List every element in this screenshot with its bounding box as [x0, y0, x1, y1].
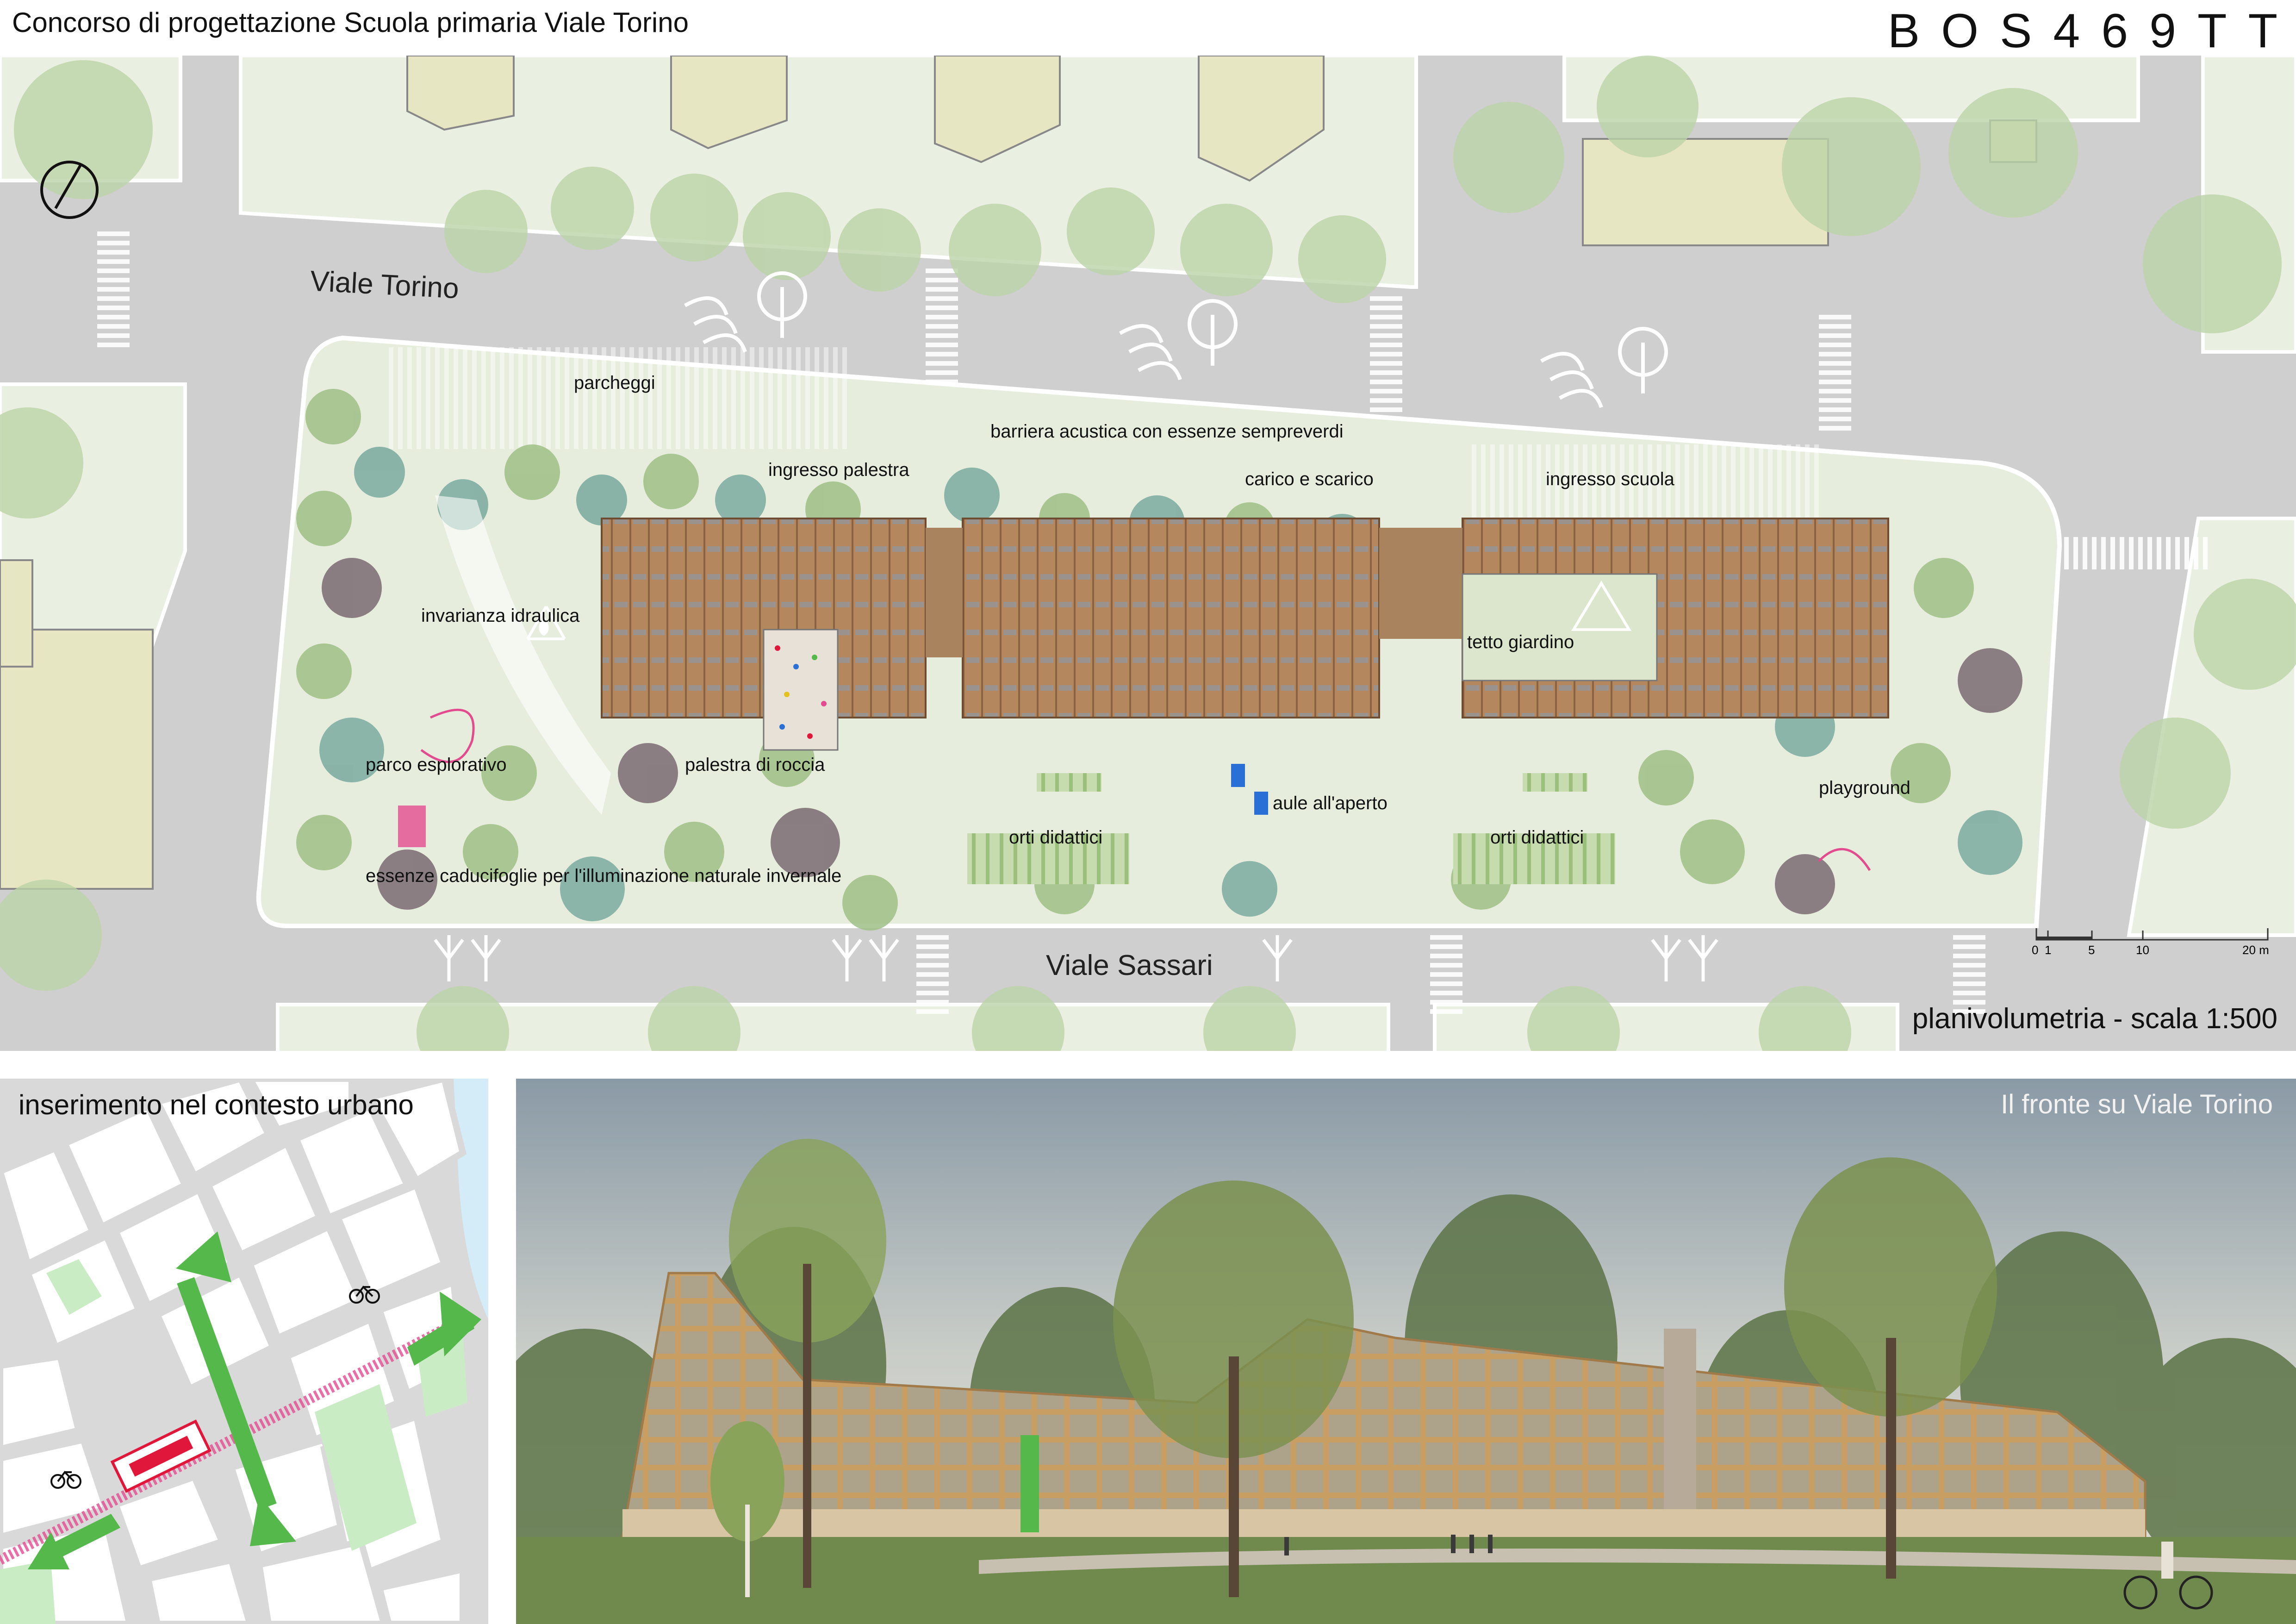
crosswalk	[1370, 296, 1402, 417]
label-barriera: barriera acustica con essenze sempreverd…	[990, 421, 1344, 442]
climbing-wall	[763, 629, 839, 751]
scale-tick: 10	[2136, 943, 2149, 957]
label-parcheggi: parcheggi	[574, 373, 655, 393]
code-char: 9	[2149, 4, 2176, 58]
competition-code: B O S 4 6 9 T T	[1888, 4, 2277, 59]
code-char: B	[1887, 4, 1920, 58]
label-orti-2: orti didattici	[1490, 827, 1584, 848]
house-roof	[0, 629, 154, 890]
code-char: S	[2000, 4, 2032, 58]
scale-bar-drawing	[2035, 928, 2269, 941]
parking-area	[389, 347, 852, 449]
context-title: inserimento nel contesto urbano	[19, 1089, 414, 1120]
scale-tick: 5	[2088, 943, 2095, 957]
label-orti-1: orti didattici	[1009, 827, 1103, 848]
scale-tick: 1	[2045, 943, 2052, 957]
crosswalk	[926, 264, 958, 384]
scale-tick: 20 m	[2242, 943, 2269, 957]
chimney	[1664, 1329, 1696, 1509]
code-char: O	[1941, 4, 1979, 58]
label-essenze: essenze caducifoglie per l'illuminazione…	[366, 866, 842, 886]
orto	[1037, 773, 1101, 792]
render-title: Il fronte su Viale Torino	[2001, 1089, 2273, 1119]
label-palestra-roccia: palestra di roccia	[685, 755, 825, 775]
play-structure	[398, 806, 426, 847]
scale-bar: 0 1 5 10 20 m	[2032, 914, 2272, 970]
label-carico: carico e scarico	[1245, 469, 1374, 489]
site-plan-drawing	[0, 56, 2296, 1051]
crosswalk	[1819, 315, 1851, 431]
code-char: T	[2248, 4, 2277, 58]
building-base	[622, 1509, 2145, 1539]
label-tetto: tetto giardino	[1467, 632, 1574, 652]
facade-render-drawing	[516, 1079, 2296, 1624]
context-map-drawing	[0, 1079, 488, 1624]
scale-title: planivolumetria - scala 1:500	[1912, 1003, 2277, 1035]
label-ingresso-palestra: ingresso palestra	[768, 460, 909, 480]
context-map: inserimento nel contesto urbano	[0, 1079, 488, 1624]
label-ingresso-scuola: ingresso scuola	[1546, 469, 1674, 489]
facade-render: Il fronte su Viale Torino	[516, 1079, 2296, 1624]
street-label-bottom: Viale Sassari	[1046, 949, 1213, 981]
label-playground: playground	[1819, 778, 1910, 798]
green-panel	[1020, 1435, 1039, 1532]
label-invarianza: invarianza idraulica	[421, 606, 580, 626]
scale-tick: 0	[2032, 943, 2039, 957]
label-parco: parco esplorativo	[366, 755, 507, 775]
page-title: Concorso di progettazione Scuola primari…	[12, 7, 689, 38]
orto	[1523, 773, 1587, 792]
site-plan: Viale Torino Viale Sassari parcheggi ing…	[0, 56, 2296, 1051]
code-char: 4	[2053, 4, 2080, 58]
crosswalk	[916, 935, 949, 1018]
house-roof	[0, 559, 33, 668]
crosswalk	[2055, 537, 2208, 569]
code-char: 6	[2101, 4, 2128, 58]
crosswalk	[1953, 931, 1985, 1014]
crosswalk	[97, 227, 130, 347]
house-roof	[406, 56, 515, 131]
code-char: T	[2197, 4, 2227, 58]
crosswalk	[1430, 935, 1462, 1018]
school-wing	[962, 518, 1380, 718]
label-aule: aule all'aperto	[1273, 793, 1388, 813]
connector	[926, 528, 963, 657]
connector	[1379, 528, 1462, 639]
